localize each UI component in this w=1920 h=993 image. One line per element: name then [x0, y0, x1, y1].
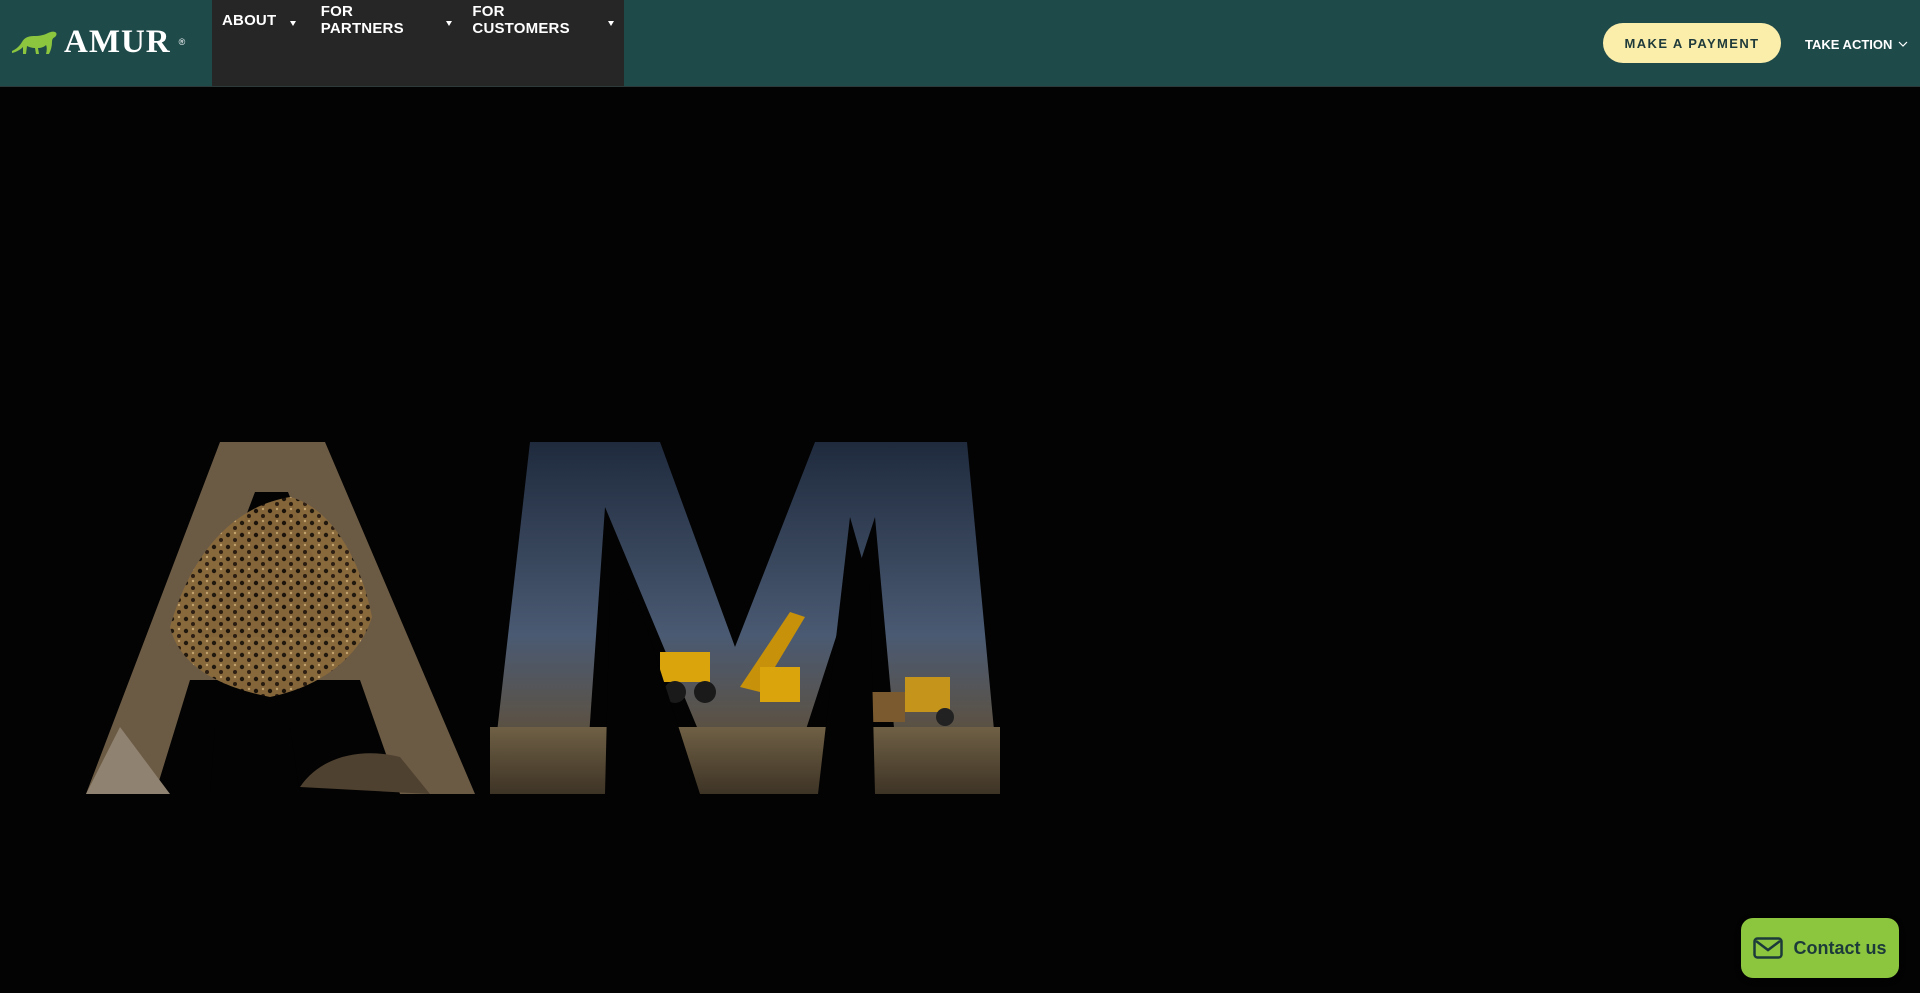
envelope-icon — [1753, 937, 1784, 959]
site-header: AMUR ® ABOUT FOR PARTNERS FOR CUSTOMERS … — [0, 0, 1920, 87]
take-action-dropdown[interactable]: TAKE ACTION — [1805, 34, 1908, 54]
letter-m — [490, 442, 1000, 794]
registered-mark: ® — [178, 37, 186, 47]
nav-item-for-customers[interactable]: FOR CUSTOMERS — [462, 0, 624, 40]
nav-item-label: FOR CUSTOMERS — [472, 3, 570, 37]
nav-item-for-partners[interactable]: FOR PARTNERS — [311, 0, 463, 40]
nav-item-label: FOR PARTNERS — [320, 3, 404, 37]
caret-down-icon — [290, 20, 297, 26]
take-action-label: TAKE ACTION — [1805, 36, 1893, 52]
hero-section — [0, 87, 1920, 993]
amur-logo[interactable]: AMUR ® — [10, 23, 186, 60]
caret-down-icon — [608, 20, 614, 26]
caret-down-icon — [446, 20, 453, 26]
chevron-down-icon — [1898, 41, 1908, 47]
contact-us-button[interactable]: Contact us — [1741, 918, 1899, 978]
main-nav: ABOUT FOR PARTNERS FOR CUSTOMERS — [212, 0, 624, 86]
contact-us-label: Contact us — [1793, 937, 1887, 958]
leopard-icon — [10, 29, 58, 55]
hero-letters-graphic — [86, 442, 1000, 794]
make-payment-button[interactable]: MAKE A PAYMENT — [1603, 23, 1781, 63]
nav-item-label: ABOUT — [222, 11, 277, 29]
logo-wordmark: AMUR — [64, 23, 171, 60]
nav-item-about[interactable]: ABOUT — [212, 0, 311, 40]
